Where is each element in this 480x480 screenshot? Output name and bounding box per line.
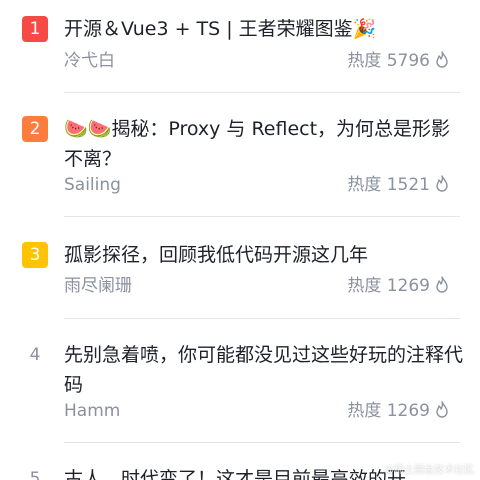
heat-label: 热度 5796 [347,51,430,71]
rank-number: 4 [29,345,41,365]
heat-count: 热度 1269 [347,275,450,300]
article-title[interactable]: 🍉🍉揭秘：Proxy 与 Reflect，为何总是形影不离？ [64,114,464,174]
author-name[interactable]: Sailing [64,174,121,196]
author-name[interactable]: Hamm [64,400,120,422]
heat-label: 热度 1269 [347,276,430,296]
divider [64,442,460,443]
heat-label: 热度 1269 [347,401,430,421]
rank-number: 5 [29,469,41,480]
divider [64,216,460,217]
divider [64,92,460,93]
article-title[interactable]: 孤影探径，回顾我低代码开源这几年 [64,240,464,270]
divider [64,318,460,319]
heat-count: 热度 5796 [347,50,450,75]
article-title[interactable]: 先别急着喷，你可能都没见过这些好玩的注释代码 [64,340,464,400]
flame-icon [434,401,450,425]
rank-badge: 1 [22,16,48,42]
author-name[interactable]: 雨尽阑珊 [64,275,132,297]
flame-icon [434,51,450,75]
watermark: @稀土掘金技术社区 [384,465,474,476]
heat-count: 热度 1269 [347,400,450,425]
rank-badge: 2 [22,116,48,142]
flame-icon [434,276,450,300]
heat-label: 热度 1521 [347,175,430,195]
flame-icon [434,175,450,199]
rank-badge: 3 [22,242,48,268]
article-title[interactable]: 开源＆Vue3 + TS | 王者荣耀图鉴🎉 [64,14,464,44]
author-name[interactable]: 冷弋白 [64,50,115,72]
heat-count: 热度 1521 [347,174,450,199]
